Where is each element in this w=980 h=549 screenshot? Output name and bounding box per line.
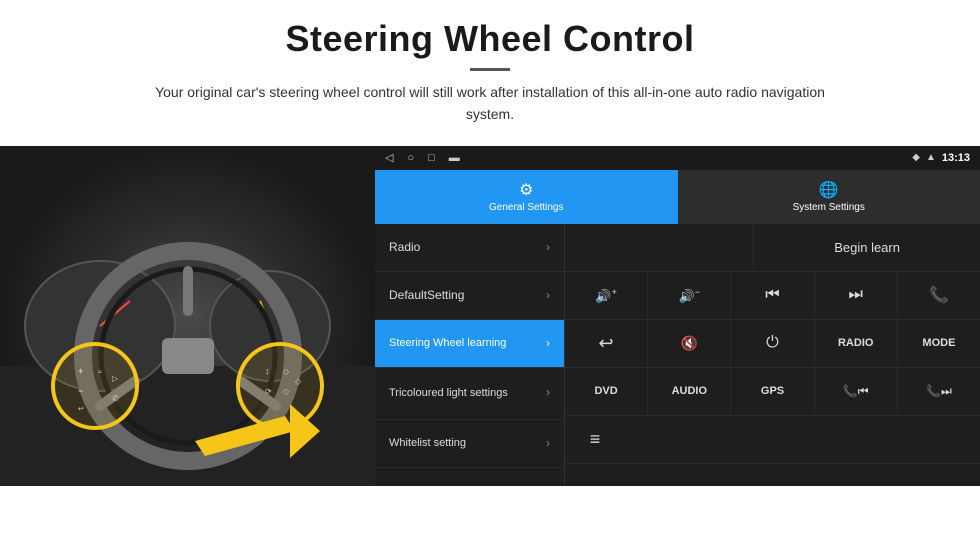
power-icon: ⏻ [766, 334, 779, 352]
media-button[interactable]: ≡ [565, 416, 625, 463]
gps-button[interactable]: GPS [731, 368, 814, 415]
steering-wheel-svg: + − ↩ ≈ ▷ ✆ ↕ ◇ ⟳ ◇ ◇ [0, 146, 375, 486]
wifi-icon: ▲ [926, 152, 936, 163]
steering-wheel-bg: + − ↩ ≈ ▷ ✆ ↕ ◇ ⟳ ◇ ◇ [0, 146, 375, 486]
tab-general-settings[interactable]: ⚙ General Settings [375, 170, 678, 224]
phone-icon: 📞 [929, 285, 949, 305]
phone-prev-icon: 📞⏮ [843, 384, 869, 399]
volume-up-icon: 🔊+ [595, 287, 616, 304]
svg-text:◇: ◇ [295, 377, 302, 386]
audio-button[interactable]: AUDIO [648, 368, 731, 415]
power-button[interactable]: ⏻ [731, 320, 814, 367]
control-row-2: 🔊+ 🔊− ⏮ ⏭ 📞 [565, 272, 980, 320]
row1-empty [565, 224, 754, 271]
mode-button-label: MODE [922, 337, 955, 349]
menu-whitelist-label: Whitelist setting [389, 437, 466, 449]
menu-nav-icon[interactable]: ▬ [449, 152, 460, 164]
back-button[interactable]: ↩ [565, 320, 648, 367]
phone-button[interactable]: 📞 [898, 272, 980, 319]
location-icon: ◆ [912, 152, 920, 163]
ui-panel: ◁ ○ □ ▬ ◆ ▲ 13:13 ⚙ General Settings [375, 146, 980, 486]
menu-item-steering[interactable]: Steering Wheel learning › [375, 320, 564, 368]
svg-text:✆: ✆ [112, 394, 119, 403]
svg-text:◇: ◇ [283, 367, 290, 376]
dvd-button[interactable]: DVD [565, 368, 648, 415]
svg-text:↕: ↕ [265, 366, 270, 376]
radio-button-label: RADIO [838, 337, 873, 349]
left-menu: Radio › DefaultSetting › Steering Wheel … [375, 224, 565, 486]
content-area: + − ↩ ≈ ▷ ✆ ↕ ◇ ⟳ ◇ ◇ [0, 146, 980, 549]
mode-button[interactable]: MODE [898, 320, 980, 367]
menu-controls: Radio › DefaultSetting › Steering Wheel … [375, 224, 980, 486]
phone-next-icon: 📞⏭ [926, 384, 952, 399]
tab-general-label: General Settings [489, 202, 564, 213]
next-track-button[interactable]: ⏭ [815, 272, 898, 319]
radio-button[interactable]: RADIO [815, 320, 898, 367]
time-display: 13:13 [942, 152, 970, 164]
radio-chevron-icon: › [546, 240, 550, 254]
phone-prev-button[interactable]: 📞⏮ [815, 368, 898, 415]
svg-text:◇: ◇ [283, 387, 290, 396]
svg-text:−: − [78, 386, 83, 396]
whitelist-chevron-icon: › [546, 436, 550, 450]
tab-bar: ⚙ General Settings 🌐 System Settings [375, 170, 980, 224]
recents-nav-icon[interactable]: □ [428, 152, 435, 164]
system-settings-icon: 🌐 [819, 180, 839, 200]
title-divider [470, 68, 510, 71]
status-bar: ◁ ○ □ ▬ ◆ ▲ 13:13 [375, 146, 980, 170]
menu-item-whitelist[interactable]: Whitelist setting › [375, 420, 564, 468]
svg-text:▷: ▷ [112, 374, 119, 383]
default-chevron-icon: › [546, 288, 550, 302]
control-row-5: ≡ [565, 416, 980, 464]
gps-button-label: GPS [761, 385, 784, 397]
svg-text:⟳: ⟳ [265, 387, 272, 396]
dvd-button-label: DVD [594, 385, 617, 397]
control-row-3: ↩ 🔇 ⏻ RADIO MODE [565, 320, 980, 368]
tab-system-label: System Settings [793, 202, 865, 213]
home-nav-icon[interactable]: ○ [407, 152, 414, 164]
control-row-1: Begin learn [565, 224, 980, 272]
begin-learn-button[interactable]: Begin learn [754, 224, 980, 271]
next-track-icon: ⏭ [849, 286, 863, 304]
audio-button-label: AUDIO [672, 385, 707, 397]
tab-system-settings[interactable]: 🌐 System Settings [678, 170, 980, 224]
page-title: Steering Wheel Control [20, 18, 960, 60]
volume-down-button[interactable]: 🔊− [648, 272, 731, 319]
prev-track-button[interactable]: ⏮ [731, 272, 814, 319]
back-icon: ↩ [599, 333, 614, 354]
menu-item-default[interactable]: DefaultSetting › [375, 272, 564, 320]
steering-chevron-icon: › [546, 336, 550, 350]
car-image-panel: + − ↩ ≈ ▷ ✆ ↕ ◇ ⟳ ◇ ◇ [0, 146, 375, 486]
media-icon: ≡ [590, 429, 601, 450]
subtitle-text: Your original car's steering wheel contr… [140, 81, 840, 126]
status-right: ◆ ▲ 13:13 [912, 152, 970, 164]
menu-steering-label: Steering Wheel learning [389, 337, 506, 349]
header-section: Steering Wheel Control Your original car… [0, 0, 980, 134]
control-row-4: DVD AUDIO GPS 📞⏮ 📞⏭ [565, 368, 980, 416]
nav-icons: ◁ ○ □ ▬ [385, 151, 460, 164]
menu-item-tricoloured[interactable]: Tricoloured light settings › [375, 368, 564, 420]
tricoloured-chevron-icon: › [546, 385, 550, 401]
menu-tricoloured-label: Tricoloured light settings [389, 386, 508, 400]
svg-text:↩: ↩ [78, 406, 84, 413]
back-nav-icon[interactable]: ◁ [385, 151, 393, 164]
right-controls: Begin learn 🔊+ 🔊− ⏮ [565, 224, 980, 486]
general-settings-icon: ⚙ [519, 180, 533, 200]
svg-text:+: + [78, 366, 83, 376]
menu-radio-label: Radio [389, 240, 420, 254]
menu-default-label: DefaultSetting [389, 288, 464, 302]
phone-next-button[interactable]: 📞⏭ [898, 368, 980, 415]
svg-text:≈: ≈ [98, 369, 102, 376]
menu-item-radio[interactable]: Radio › [375, 224, 564, 272]
prev-track-icon: ⏮ [765, 286, 779, 304]
mute-button[interactable]: 🔇 [648, 320, 731, 367]
mute-icon: 🔇 [681, 335, 698, 352]
volume-down-icon: 🔊− [679, 287, 700, 304]
volume-up-button[interactable]: 🔊+ [565, 272, 648, 319]
page-container: Steering Wheel Control Your original car… [0, 0, 980, 549]
